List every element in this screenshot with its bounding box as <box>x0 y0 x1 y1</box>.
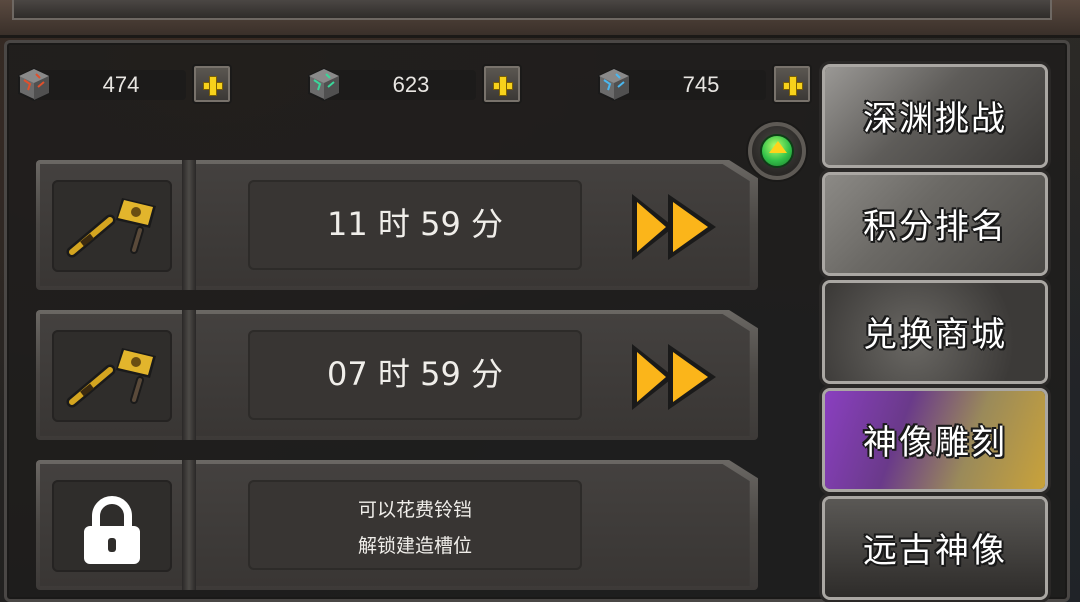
menu-statue-carving-button[interactable]: 神像雕刻 <box>822 388 1048 492</box>
add-currency-button[interactable] <box>192 64 232 104</box>
unlock-hint: 可以花费铃铛 解锁建造槽位 <box>248 492 582 564</box>
currency-value: 623 <box>392 72 430 97</box>
slot-icon-box <box>52 480 172 572</box>
menu-label: 兑换商城 <box>863 315 1007 355</box>
lock-icon <box>84 496 140 564</box>
menu-label: 深渊挑战 <box>863 99 1007 139</box>
top-frame-inner <box>12 0 1052 20</box>
fast-forward-button[interactable] <box>628 340 720 414</box>
currency-blue: 745 <box>596 64 812 104</box>
menu-label: 神像雕刻 <box>863 423 1007 463</box>
slot-time-remaining: 07 时 59 分 <box>327 355 503 393</box>
currency-red: 474 <box>16 64 232 104</box>
red-cube-icon <box>18 67 50 102</box>
currency-value: 474 <box>102 72 140 97</box>
green-cube-icon <box>308 67 340 102</box>
menu-score-ranking-button[interactable]: 积分排名 <box>822 172 1048 276</box>
build-slot-1: 11 时 59 分 <box>36 160 758 290</box>
build-slot-2: 07 时 59 分 <box>36 310 758 440</box>
fast-forward-button[interactable] <box>628 190 720 264</box>
blue-cube-icon <box>598 67 630 102</box>
unlock-hint-line-1: 可以花费铃铛 <box>357 499 472 521</box>
add-currency-button[interactable] <box>482 64 522 104</box>
add-currency-button[interactable] <box>772 64 812 104</box>
menu-exchange-shop-button[interactable]: 兑换商城 <box>822 280 1048 384</box>
currency-green: 623 <box>306 64 522 104</box>
currency-value: 745 <box>682 72 720 97</box>
hammer-icon <box>66 198 156 258</box>
hammer-icon <box>66 348 156 408</box>
slot-divider <box>182 310 196 440</box>
menu-label: 积分排名 <box>863 207 1007 247</box>
slot-divider <box>182 460 196 590</box>
unlock-hint-line-2: 解锁建造槽位 <box>357 535 472 557</box>
top-frame <box>0 0 1080 38</box>
menu-label: 远古神像 <box>863 531 1007 571</box>
build-slot-3-locked[interactable]: 可以花费铃铛 解锁建造槽位 <box>36 460 758 590</box>
menu-ancient-statue-button[interactable]: 远古神像 <box>822 496 1048 600</box>
slot-icon-box <box>52 180 172 272</box>
slot-time-remaining: 11 时 59 分 <box>327 205 503 243</box>
slot-divider <box>182 160 196 290</box>
menu-abyss-challenge-button[interactable]: 深渊挑战 <box>822 64 1048 168</box>
slot-icon-box <box>52 330 172 422</box>
up-arrow-icon <box>760 134 794 168</box>
